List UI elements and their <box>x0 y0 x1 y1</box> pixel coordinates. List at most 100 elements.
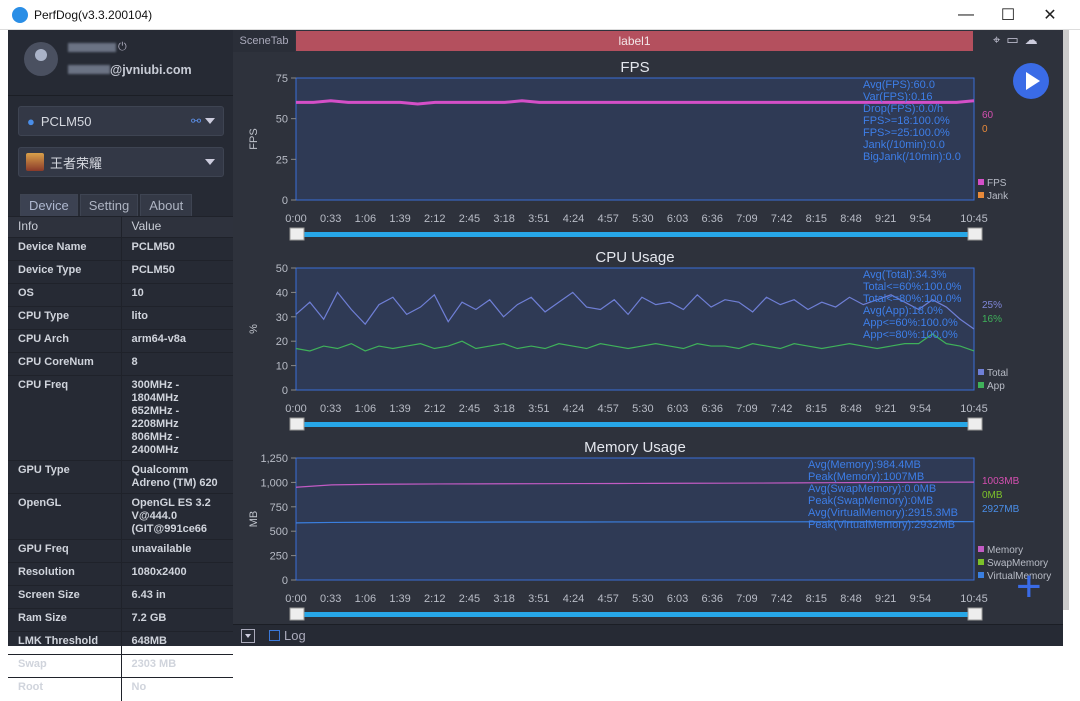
info-value: lito <box>121 306 233 330</box>
tab-setting[interactable]: Setting <box>79 194 139 216</box>
expand-button[interactable] <box>241 628 255 643</box>
y-tick-label: 250 <box>270 551 288 563</box>
info-value: 2303 MB <box>121 654 233 678</box>
table-row: GPU Freq unavailable <box>8 539 233 563</box>
x-tick-label: 6:36 <box>702 213 723 225</box>
y-tick-label: 750 <box>270 502 288 514</box>
x-tick-label: 10:45 <box>960 593 988 605</box>
game-icon <box>26 153 44 171</box>
y-tick-label: 20 <box>276 336 288 348</box>
x-tick-label: 1:06 <box>355 213 376 225</box>
stat-line: Avg(VirtualMemory):2915.3MB <box>808 507 958 519</box>
legend-label: Jank <box>987 191 1009 202</box>
chevron-down-icon <box>205 159 215 165</box>
username-blurred <box>68 43 116 52</box>
stat-line: FPS>=25:100.0% <box>863 127 950 139</box>
info-key: LMK Threshold <box>8 631 122 655</box>
x-tick-label: 0:00 <box>285 403 306 415</box>
table-row: LMK Threshold 648MB <box>8 631 233 655</box>
x-tick-label: 7:42 <box>771 213 792 225</box>
x-tick-label: 0:00 <box>285 213 306 225</box>
email-text: @jvniubi.com <box>110 63 192 77</box>
y-tick-label: 0 <box>282 575 288 587</box>
legend-swatch <box>978 369 984 375</box>
x-tick-label: 6:36 <box>702 593 723 605</box>
tab-about[interactable]: About <box>140 194 193 216</box>
slider-handle-left <box>289 607 305 621</box>
app-select[interactable]: 王者荣耀 <box>18 147 224 177</box>
info-value: 10 <box>121 283 233 307</box>
x-tick-label: 10:45 <box>960 403 988 415</box>
table-row: Ram Size 7.2 GB <box>8 608 233 632</box>
legend-label: FPS <box>987 178 1007 189</box>
table-row: Screen Size 6.43 in <box>8 585 233 609</box>
x-tick-label: 2:45 <box>459 213 480 225</box>
table-row: Device Name PCLM50 <box>8 237 233 261</box>
slider-handle-left <box>289 417 305 431</box>
info-value: 300MHz - 1804MHz 652MHz - 2208MHz 806MHz… <box>121 375 233 461</box>
info-key: CPU CoreNum <box>8 352 122 376</box>
current-value: 16% <box>982 314 1002 325</box>
stat-line: App<=60%:100.0% <box>863 317 958 329</box>
table-row: CPU Freq 300MHz - 1804MHz 652MHz - 2208MH… <box>8 375 233 461</box>
time-range-slider <box>302 612 970 617</box>
info-value: 6.43 in <box>121 585 233 609</box>
chevron-down-icon <box>205 118 215 124</box>
y-tick-label: 50 <box>276 114 288 126</box>
table-row: Device Type PCLM50 <box>8 260 233 284</box>
info-key: Screen Size <box>8 585 122 609</box>
table-row: OpenGL OpenGL ES 3.2 V@444.0 (GIT@991ce66 <box>8 493 233 540</box>
info-value: 648MB <box>121 631 233 655</box>
x-tick-label: 9:21 <box>875 593 896 605</box>
info-key: Resolution <box>8 562 122 586</box>
log-checkbox[interactable] <box>269 630 280 641</box>
time-range-slider <box>302 232 970 237</box>
table-row: CPU Type lito <box>8 306 233 330</box>
page-scrollbar[interactable] <box>1063 30 1069 610</box>
add-chart-button[interactable]: + <box>1016 565 1042 609</box>
info-value: PCLM50 <box>121 237 233 261</box>
bottom-bar: Log <box>233 624 1063 646</box>
close-button[interactable]: ✕ <box>1027 0 1073 30</box>
current-value: 60 <box>982 110 994 121</box>
tab-device[interactable]: Device <box>20 194 78 216</box>
x-tick-label: 3:51 <box>528 593 549 605</box>
stat-line: Jank(/10min):0.0 <box>863 139 945 151</box>
x-tick-label: 8:48 <box>840 593 861 605</box>
legend-swatch <box>978 559 984 565</box>
x-tick-label: 3:51 <box>528 403 549 415</box>
x-tick-label: 5:30 <box>632 593 653 605</box>
stat-line: FPS>=18:100.0% <box>863 115 950 127</box>
legend-swatch <box>978 179 984 185</box>
avatar[interactable] <box>24 42 58 76</box>
info-key: OS <box>8 283 122 307</box>
android-icon: ● <box>27 113 35 129</box>
y-tick-label: 40 <box>276 287 288 299</box>
x-tick-label: 1:06 <box>355 403 376 415</box>
x-tick-label: 3:51 <box>528 213 549 225</box>
stat-line: Peak(VirtualMemory):2932MB <box>808 519 955 531</box>
info-value: Qualcomm Adreno (TM) 620 <box>121 460 233 494</box>
x-tick-label: 8:15 <box>806 403 827 415</box>
stat-line: Avg(FPS):60.0 <box>863 79 935 91</box>
info-value: No <box>121 677 233 701</box>
power-icon[interactable]: ⏻ <box>118 41 127 54</box>
stat-line: Peak(SwapMemory):0MB <box>808 495 933 507</box>
x-tick-label: 7:42 <box>771 593 792 605</box>
chart-title: Memory Usage <box>584 439 686 456</box>
legend-swatch <box>978 382 984 388</box>
slider-handle-left <box>289 227 305 241</box>
x-tick-label: 0:00 <box>285 593 306 605</box>
stat-line: Peak(Memory):1007MB <box>808 471 924 483</box>
app-name: 王者荣耀 <box>50 155 103 171</box>
minimize-button[interactable]: — <box>943 0 989 30</box>
stat-line: Avg(App):18.0% <box>863 305 943 317</box>
usb-icon: ⚯ <box>190 114 201 128</box>
info-key: GPU Freq <box>8 539 122 563</box>
maximize-button[interactable]: ☐ <box>985 0 1031 30</box>
x-tick-label: 1:39 <box>389 593 410 605</box>
device-select[interactable]: ● PCLM50 ⚯ <box>18 106 224 136</box>
x-tick-label: 8:15 <box>806 593 827 605</box>
x-tick-label: 3:18 <box>493 593 514 605</box>
play-button[interactable] <box>1013 63 1049 99</box>
